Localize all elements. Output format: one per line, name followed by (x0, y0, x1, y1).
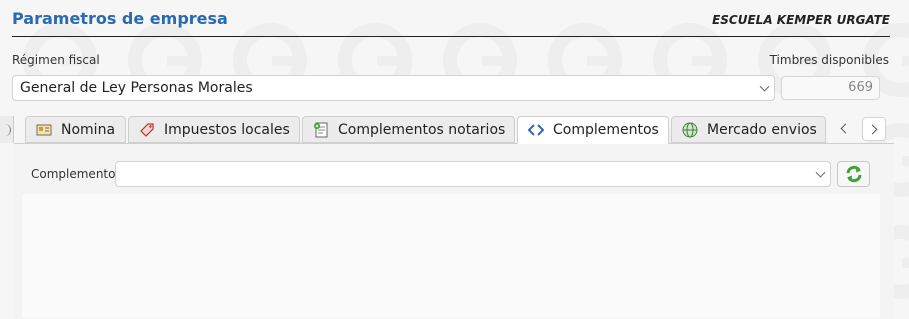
chevron-down-icon (759, 81, 770, 92)
complemento-content-area (22, 194, 880, 318)
refresh-icon (846, 165, 862, 183)
tab-impuestos-locales[interactable]: Impuestos locales (128, 116, 300, 143)
company-name: ESCUELA KEMPER URGATE (712, 13, 890, 27)
tab-scroll-left-button[interactable] (832, 117, 856, 141)
complemento-label: Complemento (31, 167, 116, 181)
page-title: Parametros de empresa (12, 9, 228, 28)
tab-label: Nomina (61, 121, 116, 138)
timbres-value: 669 (848, 80, 873, 95)
header-divider (12, 36, 890, 37)
regimen-fiscal-value: General de Ley Personas Morales (20, 80, 253, 96)
nomina-icon (36, 122, 52, 138)
timbres-label: Timbres disponibles (769, 53, 889, 67)
tab-label: Mercado envios (707, 121, 817, 138)
timbres-field[interactable]: 669 (781, 76, 880, 100)
tab-label: Impuestos locales (164, 121, 290, 138)
globe-icon (682, 122, 698, 138)
complemento-select[interactable] (115, 161, 831, 187)
refresh-button[interactable] (837, 161, 870, 187)
tab-complementos[interactable]: Complementos (517, 116, 669, 144)
tab-complementos-notarios[interactable]: Complementos notarios (302, 116, 515, 143)
regimen-fiscal-label: Régimen fiscal (12, 53, 100, 67)
tab-label: Complementos notarios (338, 121, 506, 138)
code-arrows-icon (527, 122, 545, 138)
tab-scroll-right-button[interactable] (862, 117, 886, 141)
notary-document-icon (313, 122, 329, 138)
tab-mercado-envios[interactable]: Mercado envios (671, 116, 826, 143)
chevron-down-icon (815, 167, 826, 178)
tab-label: Complementos (553, 122, 659, 138)
tab-overflow-left[interactable] (0, 116, 14, 143)
tag-icon (139, 122, 155, 138)
tab-bar: Nomina Impuestos locales Complementos no… (0, 116, 909, 144)
regimen-fiscal-select[interactable]: General de Ley Personas Morales (12, 75, 775, 101)
tab-nomina[interactable]: Nomina (25, 116, 126, 143)
